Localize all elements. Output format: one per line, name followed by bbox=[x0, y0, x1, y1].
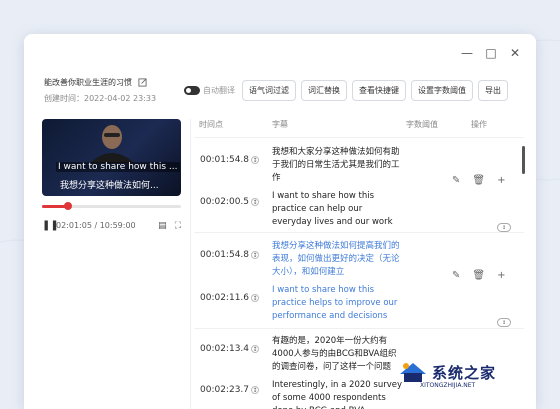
header-word-limit: 字数阈值 bbox=[406, 120, 438, 129]
subtitle-en[interactable]: Interestingly, in a 2020 survey of some … bbox=[272, 379, 404, 409]
subtitle-cn[interactable]: 我想分享这种做法如何提高我们的表现，如何做出更好的决定（无论大小），和如何建立 bbox=[272, 240, 404, 278]
minimize-icon[interactable]: — bbox=[460, 46, 474, 60]
export-button[interactable]: 导出 bbox=[478, 80, 508, 101]
header-subtitle: 字幕 bbox=[272, 120, 288, 129]
filter-filler-words-button[interactable]: 语气词过滤 bbox=[242, 80, 296, 101]
project-title-text: 能改善你职业生涯的习惯 bbox=[44, 78, 132, 87]
scrollbar[interactable] bbox=[522, 146, 525, 174]
stepper-icon[interactable]: ↕ bbox=[251, 386, 260, 394]
project-title: 能改善你职业生涯的习惯 bbox=[44, 77, 147, 88]
header-actions: 操作 bbox=[471, 120, 487, 129]
header-time: 时间点 bbox=[199, 120, 223, 129]
table-row[interactable]: 00:01:54.8 ↕ 00:02:00.5 ↕ 我想和大家分享这种做法如何有助于… bbox=[194, 137, 524, 229]
auto-translate-label: 自动翻译 bbox=[203, 86, 235, 95]
speaker-image bbox=[90, 125, 134, 163]
start-time-value: 00:01:54.8 bbox=[200, 250, 250, 260]
panel-divider bbox=[190, 119, 191, 409]
video-subtitle-cn: 我想分享这种做法如何... bbox=[60, 181, 159, 191]
start-time-value: 00:02:13.4 bbox=[200, 344, 250, 354]
row-actions: ✎ 🗑 + bbox=[452, 175, 505, 186]
stepper-icon[interactable]: ↕ bbox=[251, 251, 260, 259]
pause-icon[interactable]: ❚❚ bbox=[42, 220, 59, 231]
auto-translate-toggle[interactable]: 自动翻译 bbox=[184, 85, 235, 96]
edit-icon[interactable]: ✎ bbox=[452, 270, 460, 281]
replace-words-button[interactable]: 词汇替换 bbox=[301, 80, 347, 101]
end-time-value: 00:02:23.7 bbox=[200, 385, 250, 395]
delete-icon[interactable]: 🗑 bbox=[472, 175, 485, 186]
window-controls: — □ ✕ bbox=[460, 46, 522, 60]
progress-bar[interactable] bbox=[42, 202, 181, 210]
player-controls: ❚❚ 02:01:05 / 10:59:00 ▤ ⛶ bbox=[42, 220, 181, 231]
created-time: 创建时间：2022-04-02 23:33 bbox=[44, 94, 157, 103]
subtitle-toggle-icon[interactable]: ▤ bbox=[158, 221, 167, 231]
start-time[interactable]: 00:02:13.4 ↕ bbox=[200, 344, 260, 354]
watermark-url: XITONGZHIJIA.NET bbox=[420, 382, 476, 389]
watermark: 系统之家 XITONGZHIJIA.NET bbox=[398, 360, 497, 389]
subtitle-cn[interactable]: 有趣的是，2020年一份大约有4000人参与的由BCG和BVA组织的调查问卷，问… bbox=[272, 335, 404, 373]
end-time-value: 00:02:00.5 bbox=[200, 197, 250, 207]
stepper-icon[interactable]: ↕ bbox=[251, 198, 260, 206]
stepper-icon[interactable]: ↕ bbox=[251, 156, 260, 164]
subtitle-cn[interactable]: 我想和大家分享这种做法如何有助于我们的日常生活尤其是我们的工作 bbox=[272, 146, 404, 184]
merge-toggle[interactable]: ↕ bbox=[497, 223, 511, 232]
end-time-value: 00:02:11.6 bbox=[200, 293, 250, 303]
edit-title-icon[interactable] bbox=[138, 78, 147, 87]
watermark-logo bbox=[400, 363, 426, 382]
subtitle-en[interactable]: I want to share how this practice can he… bbox=[272, 190, 404, 228]
end-time[interactable]: 00:02:23.7 ↕ bbox=[200, 385, 260, 395]
shortcuts-button[interactable]: 查看快捷键 bbox=[352, 80, 406, 101]
close-icon[interactable]: ✕ bbox=[508, 46, 522, 60]
merge-toggle[interactable]: ↕ bbox=[497, 318, 511, 327]
edit-icon[interactable]: ✎ bbox=[452, 175, 460, 186]
watermark-text: 系统之家 bbox=[432, 363, 497, 382]
stepper-icon[interactable]: ↕ bbox=[251, 294, 260, 302]
row-actions: ✎ 🗑 + bbox=[452, 270, 505, 281]
app-window: — □ ✕ 能改善你职业生涯的习惯 创建时间：2022-04-02 23:33 … bbox=[24, 34, 536, 409]
toggle-switch[interactable] bbox=[184, 86, 200, 95]
end-time[interactable]: 00:02:00.5 ↕ bbox=[200, 197, 260, 207]
end-time[interactable]: 00:02:11.6 ↕ bbox=[200, 293, 260, 303]
video-subtitle-en: I want to share how this ... bbox=[56, 162, 180, 172]
start-time[interactable]: 00:01:54.8 ↕ bbox=[200, 155, 260, 165]
video-preview[interactable]: I want to share how this ... 我想分享这种做法如何.… bbox=[42, 119, 181, 196]
add-icon[interactable]: + bbox=[497, 175, 505, 186]
start-time[interactable]: 00:01:54.8 ↕ bbox=[200, 250, 260, 260]
table-header: 时间点 字幕 字数阈值 操作 bbox=[199, 119, 519, 133]
progress-handle[interactable] bbox=[64, 202, 73, 210]
stepper-icon[interactable]: ↕ bbox=[251, 345, 260, 353]
maximize-icon[interactable]: □ bbox=[484, 46, 498, 60]
table-row[interactable]: 00:01:54.8 ↕ 00:02:11.6 ↕ 我想分享这种做法如何提高我们的表… bbox=[194, 232, 524, 326]
subtitle-en[interactable]: I want to share how this practice helps … bbox=[272, 284, 404, 322]
playback-time: 02:01:05 / 10:59:00 bbox=[56, 221, 136, 230]
word-limit-button[interactable]: 设置字数阈值 bbox=[411, 80, 473, 101]
start-time-value: 00:01:54.8 bbox=[200, 155, 250, 165]
toolbar: 自动翻译 语气词过滤 词汇替换 查看快捷键 设置字数阈值 导出 bbox=[184, 80, 508, 101]
add-icon[interactable]: + bbox=[497, 270, 505, 281]
delete-icon[interactable]: 🗑 bbox=[472, 270, 485, 281]
fullscreen-icon[interactable]: ⛶ bbox=[175, 221, 181, 231]
